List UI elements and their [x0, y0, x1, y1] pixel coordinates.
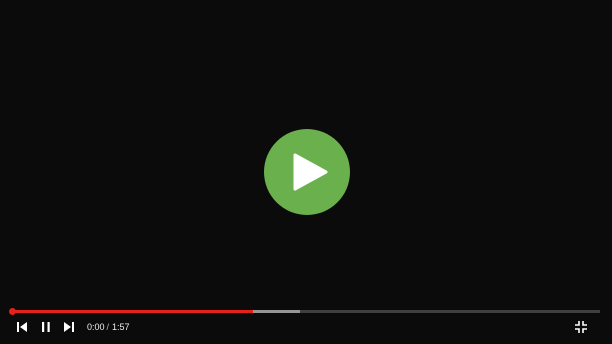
- big-play-button[interactable]: [264, 129, 350, 215]
- video-area[interactable]: [0, 0, 612, 300]
- progress-bar[interactable]: [9, 308, 600, 315]
- skip-previous-icon: [17, 322, 27, 332]
- duration: 1:57: [112, 322, 130, 332]
- exit-fullscreen-button[interactable]: [572, 318, 590, 336]
- progress-scrubber-handle[interactable]: [9, 308, 16, 315]
- progress-played: [12, 310, 254, 313]
- time-separator: /: [106, 322, 110, 332]
- next-button[interactable]: [60, 318, 78, 336]
- video-player: 0:00/1:57: [0, 0, 612, 344]
- skip-next-icon: [64, 322, 74, 332]
- play-icon: [264, 129, 350, 215]
- pause-button[interactable]: [37, 318, 55, 336]
- pause-icon: [42, 322, 50, 332]
- control-bar: 0:00/1:57: [0, 316, 612, 338]
- time-display: 0:00/1:57: [87, 322, 130, 333]
- exit-fullscreen-icon: [575, 321, 587, 333]
- previous-button[interactable]: [13, 318, 31, 336]
- current-time: 0:00: [87, 322, 105, 332]
